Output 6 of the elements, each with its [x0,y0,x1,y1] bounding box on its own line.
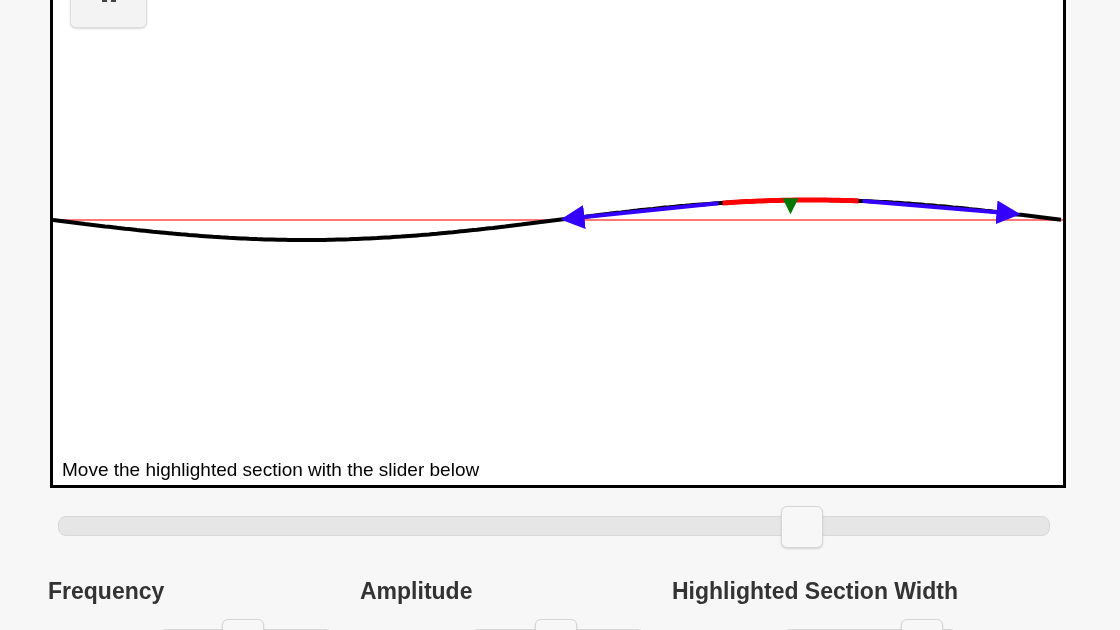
slider-label: Amplitude [360,578,474,605]
slider-label: Highlighted Section Width [672,578,959,605]
slider-thumb[interactable] [780,506,823,548]
canvas-caption: Move the highlighted section with the slider below [62,459,480,481]
slider-label: Frequency [48,578,166,605]
marker-triangle [782,198,799,215]
